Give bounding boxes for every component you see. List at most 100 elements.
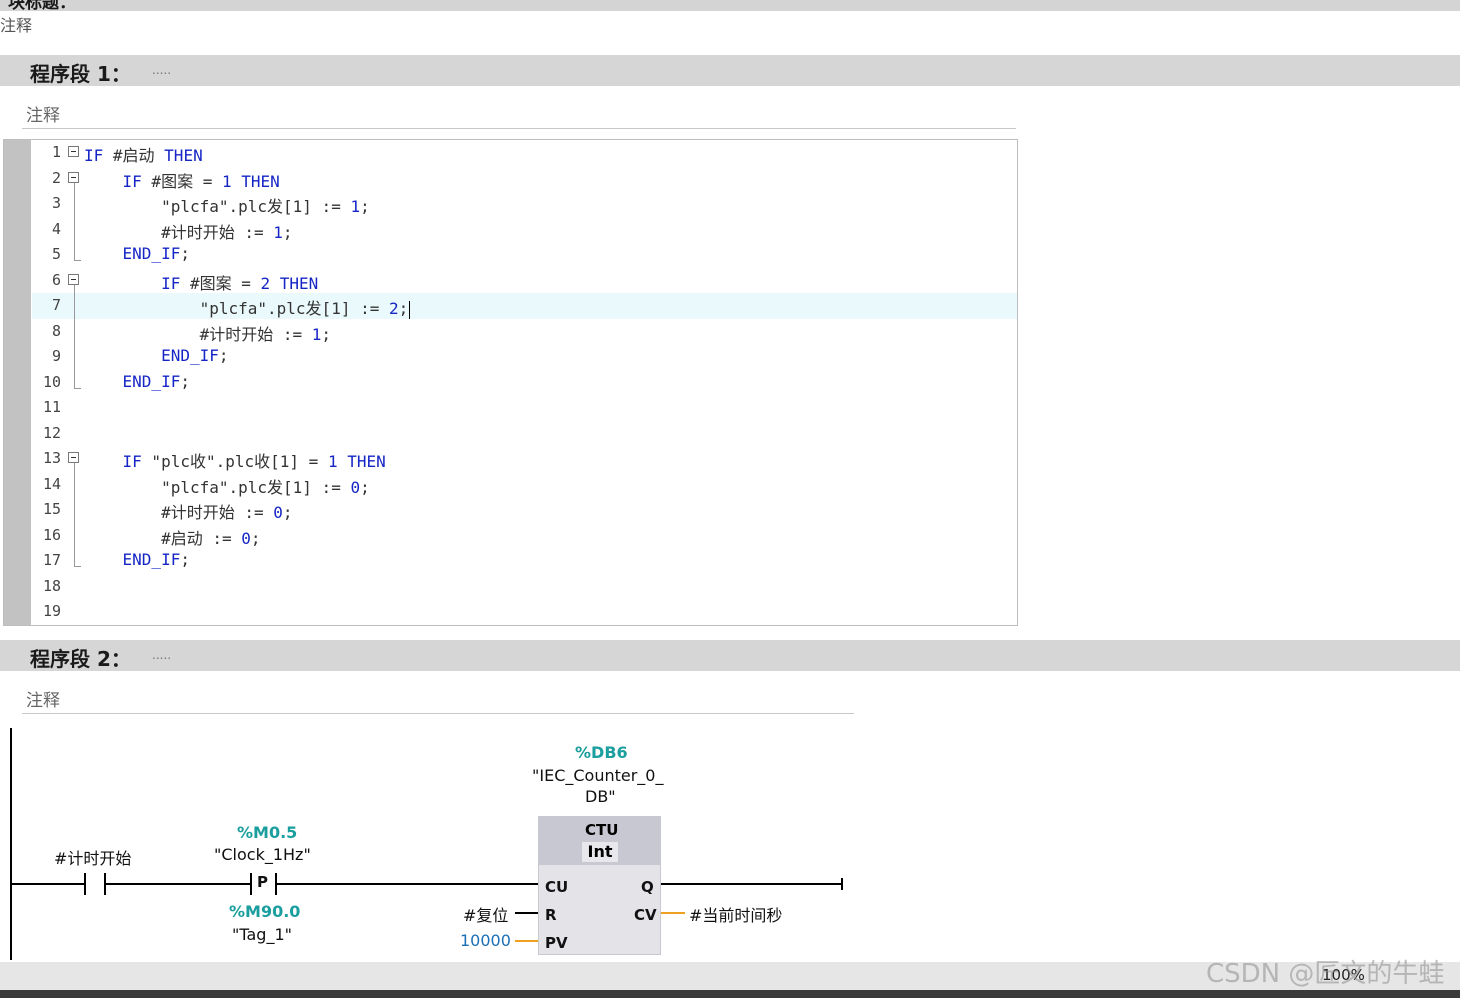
line-number: 17 <box>42 551 61 569</box>
line-number: 13 <box>42 449 61 467</box>
pin-q: Q <box>641 878 654 896</box>
watermark: CSDN @匠文的牛蛙 <box>1206 959 1445 989</box>
code-text[interactable]: #计时开始 := 1; <box>84 219 292 243</box>
code-text[interactable]: END_IF; <box>84 346 228 365</box>
line-number: 12 <box>42 423 61 442</box>
code-line[interactable]: 3 "plcfa".plc发[1] := 1; <box>32 191 1017 217</box>
fold-guide-end <box>74 566 81 567</box>
network-2-title: 程序段 2： <box>30 647 131 671</box>
code-line[interactable]: 8 #计时开始 := 1; <box>32 319 1017 345</box>
code-line[interactable]: 17 END_IF; <box>32 548 1017 574</box>
wire-segment <box>277 883 539 885</box>
line-number: 1 <box>51 143 61 161</box>
line-number: 5 <box>51 245 61 263</box>
text-caret <box>409 300 411 319</box>
code-line[interactable]: 7 "plcfa".plc发[1] := 2; <box>32 293 1017 319</box>
code-line[interactable]: 18 <box>32 574 1017 600</box>
line-number: 9 <box>51 347 61 365</box>
code-line[interactable]: 1 IF #启动 THEN <box>32 140 1017 166</box>
scl-code-editor[interactable]: 1 IF #启动 THEN 2 IF #图案 = 1 THEN 3 "plcfa".p… <box>3 139 1018 626</box>
block-title: 块标题： <box>8 0 76 11</box>
counter-instance-address: %DB6 <box>575 743 628 762</box>
line-number: 4 <box>51 219 61 238</box>
code-text[interactable]: "plcfa".plc发[1] := 2; <box>84 295 411 319</box>
r-input-wire <box>515 912 538 914</box>
ctu-counter-block[interactable]: CTU Int CU R PV Q CV <box>538 816 661 955</box>
code-text[interactable]: END_IF; <box>84 372 190 391</box>
code-text[interactable]: "plcfa".plc发[1] := 0; <box>84 474 370 498</box>
wire-segment <box>12 883 84 885</box>
fold-toggle-icon[interactable] <box>68 273 79 285</box>
network-2-comment[interactable]: 注释 <box>22 680 854 714</box>
line-number: 10 <box>42 372 61 391</box>
block-comment[interactable]: 注释 <box>0 12 32 36</box>
code-text[interactable]: IF #启动 THEN <box>84 142 203 166</box>
code-line[interactable]: 19 <box>32 599 1017 625</box>
pv-input-wire <box>515 940 538 942</box>
counter-instance-name-cont[interactable]: DB" <box>585 787 616 806</box>
network-1-dots: ..... <box>152 63 172 77</box>
contact-2-mem-operand[interactable]: "Tag_1" <box>232 925 292 944</box>
fold-guide-end <box>74 260 81 261</box>
code-text[interactable]: "plcfa".plc发[1] := 1; <box>84 193 370 217</box>
line-number: 2 <box>51 168 61 187</box>
code-line[interactable]: 15 #计时开始 := 0; <box>32 497 1017 523</box>
network-2-comment-text: 注释 <box>26 691 60 711</box>
line-number: 14 <box>42 474 61 493</box>
code-line[interactable]: 14 "plcfa".plc发[1] := 0; <box>32 472 1017 498</box>
code-text[interactable]: #计时开始 := 1; <box>84 321 331 345</box>
network-1-comment-text: 注释 <box>26 106 60 126</box>
code-line[interactable]: 12 <box>32 421 1017 447</box>
code-text[interactable]: IF "plc收".plc收[1] = 1 THEN <box>84 448 386 472</box>
ctu-datatype[interactable]: Int <box>582 842 618 862</box>
code-line[interactable]: 10 END_IF; <box>32 370 1017 396</box>
line-number: 11 <box>42 398 61 416</box>
counter-instance-name[interactable]: "IEC_Counter_0_ <box>532 766 663 785</box>
editor-gutter <box>4 140 31 625</box>
code-text[interactable]: #计时开始 := 0; <box>84 499 292 523</box>
code-line[interactable]: 4 #计时开始 := 1; <box>32 217 1017 243</box>
r-operand[interactable]: #复位 <box>463 902 508 926</box>
network-2-dots: ..... <box>152 648 172 662</box>
wire-segment <box>106 883 250 885</box>
pv-operand[interactable]: 10000 <box>460 931 511 950</box>
network-1-title: 程序段 1： <box>30 62 131 86</box>
line-number: 3 <box>51 194 61 212</box>
code-text[interactable]: #启动 := 0; <box>84 525 260 549</box>
fold-guide <box>74 284 75 388</box>
block-title-bar: 块标题： <box>0 0 1460 11</box>
network-1-header[interactable]: 程序段 1： ..... <box>0 55 1460 86</box>
contact-1-operand[interactable]: #计时开始 <box>54 845 131 869</box>
code-text[interactable]: END_IF; <box>84 244 190 263</box>
cv-operand[interactable]: #当前时间秒 <box>689 902 782 926</box>
code-line[interactable]: 2 IF #图案 = 1 THEN <box>32 166 1017 192</box>
line-number: 16 <box>42 525 61 544</box>
code-text[interactable]: IF #图案 = 2 THEN <box>84 270 318 294</box>
line-number: 19 <box>42 602 61 620</box>
code-line[interactable]: 9 END_IF; <box>32 344 1017 370</box>
code-line[interactable]: 13 IF "plc收".plc收[1] = 1 THEN <box>32 446 1017 472</box>
fold-guide <box>74 463 75 566</box>
power-rail <box>10 728 12 960</box>
network-2-header[interactable]: 程序段 2： ..... <box>0 640 1460 671</box>
code-line[interactable]: 6 IF #图案 = 2 THEN <box>32 268 1017 294</box>
code-line[interactable]: 5 END_IF; <box>32 242 1017 268</box>
line-number: 8 <box>51 321 61 340</box>
code-text[interactable]: IF #图案 = 1 THEN <box>84 168 280 192</box>
fold-guide <box>74 182 75 260</box>
code-text[interactable]: END_IF; <box>84 550 190 569</box>
line-number: 15 <box>42 500 61 518</box>
contact-2-mem-address: %M90.0 <box>229 902 301 921</box>
line-number: 7 <box>51 296 61 314</box>
contact-2-address: %M0.5 <box>237 823 298 842</box>
status-bar-border <box>0 990 1460 998</box>
fold-toggle-icon[interactable] <box>68 146 79 157</box>
network-1-comment[interactable]: 注释 <box>22 95 1016 129</box>
code-line[interactable]: 11 <box>32 395 1017 421</box>
fold-toggle-icon[interactable] <box>68 452 79 463</box>
fold-toggle-icon[interactable] <box>68 171 79 183</box>
contact-2-left-bar <box>250 873 252 895</box>
code-line[interactable]: 16 #启动 := 0; <box>32 523 1017 549</box>
line-number: 18 <box>42 576 61 595</box>
contact-2-operand[interactable]: "Clock_1Hz" <box>214 845 311 864</box>
